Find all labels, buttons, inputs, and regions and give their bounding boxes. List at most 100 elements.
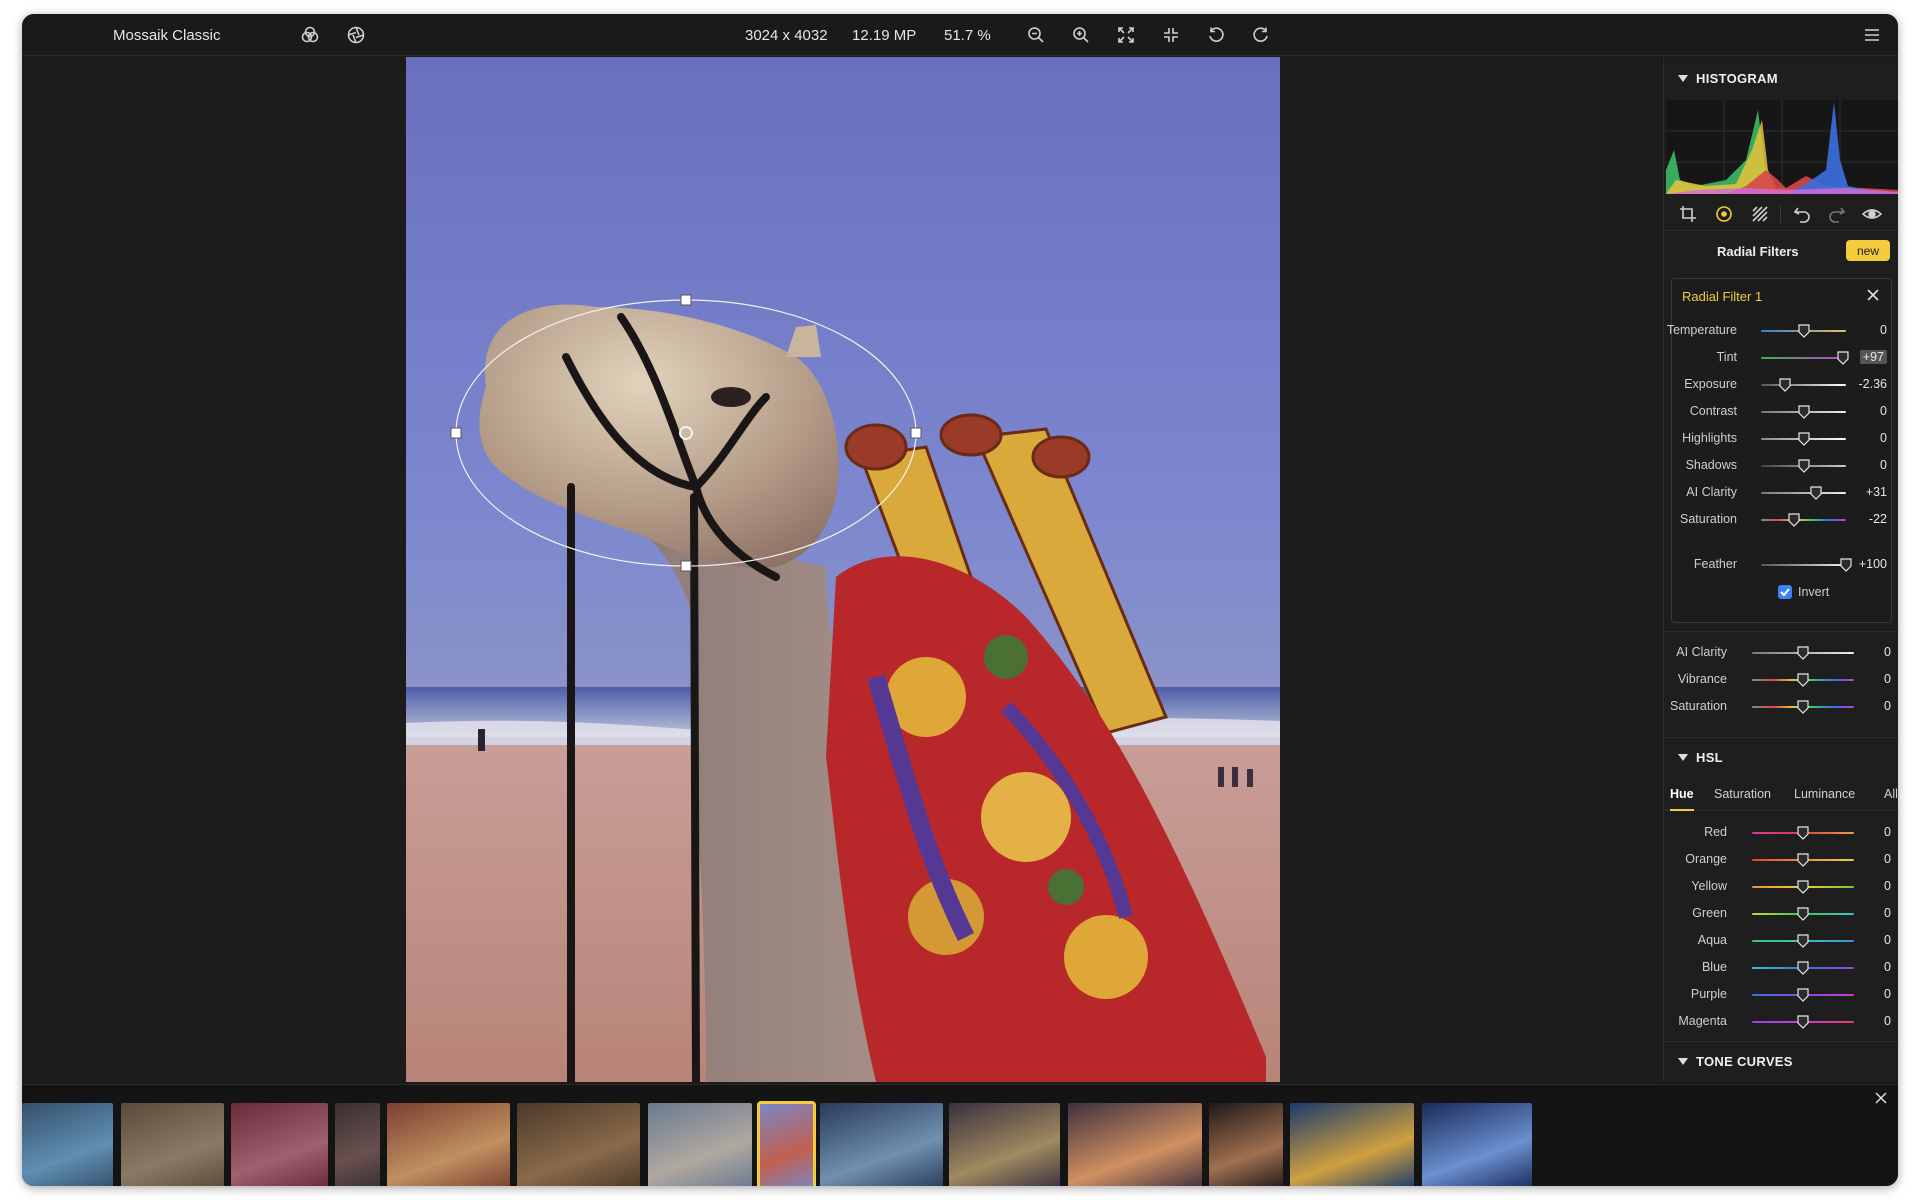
hsl-slider-purple[interactable]: Purple 0 (1664, 984, 1898, 1006)
slider-handle-icon[interactable] (1797, 853, 1809, 867)
filter-slider-ai-clarity[interactable]: AI Clarity +31 (1664, 482, 1898, 504)
slider-track[interactable] (1761, 564, 1846, 566)
filter-slider-shadows[interactable]: Shadows 0 (1664, 455, 1898, 477)
histogram-header[interactable]: HISTOGRAM (1664, 59, 1898, 97)
filmstrip-thumb[interactable] (231, 1103, 328, 1186)
filmstrip-thumb[interactable] (121, 1103, 224, 1186)
slider-handle-icon[interactable] (1797, 324, 1810, 338)
slider-handle-icon[interactable] (1797, 405, 1810, 419)
slider-handle-icon[interactable] (1797, 988, 1809, 1002)
slider-track[interactable] (1761, 384, 1846, 386)
slider-label: Purple (1690, 987, 1727, 1001)
radial-filter-name[interactable]: Radial Filter 1 (1682, 289, 1762, 304)
hsl-slider-magenta[interactable]: Magenta 0 (1664, 1011, 1898, 1033)
filmstrip-thumb[interactable] (1209, 1103, 1283, 1186)
slider-handle-icon[interactable] (1797, 700, 1809, 714)
camel-photo[interactable] (406, 57, 1280, 1082)
tone-curves-header[interactable]: TONE CURVES (1664, 1042, 1898, 1080)
zoom-in-icon[interactable] (1069, 23, 1093, 47)
filter-slider-tint[interactable]: Tint +97 (1664, 347, 1898, 369)
filter-slider-contrast[interactable]: Contrast 0 (1664, 401, 1898, 423)
hsl-slider-red[interactable]: Red 0 (1664, 822, 1898, 844)
slider-value: 0 (1884, 960, 1891, 974)
menu-icon[interactable] (1860, 23, 1884, 47)
slider-label: Saturation (1670, 699, 1727, 713)
aperture-icon[interactable] (344, 23, 368, 47)
slider-handle-icon[interactable] (1797, 1015, 1809, 1029)
hsl-slider-orange[interactable]: Orange 0 (1664, 849, 1898, 871)
filmstrip-thumb[interactable] (949, 1103, 1060, 1186)
hsl-slider-yellow[interactable]: Yellow 0 (1664, 876, 1898, 898)
slider-value: 0 (1884, 852, 1891, 866)
filmstrip-thumb[interactable] (335, 1103, 380, 1186)
slider-track[interactable] (1761, 492, 1846, 494)
filter-slider-saturation[interactable]: Saturation -22 (1664, 509, 1898, 531)
new-filter-button[interactable]: new (1846, 240, 1890, 261)
slider-handle-icon[interactable] (1797, 961, 1809, 975)
slider-value: 0 (1880, 323, 1887, 337)
filmstrip-thumb[interactable] (820, 1103, 943, 1186)
hsl-slider-green[interactable]: Green 0 (1664, 903, 1898, 925)
filmstrip-thumb[interactable] (757, 1101, 816, 1186)
invert-label: Invert (1798, 585, 1830, 599)
filmstrip-thumb[interactable] (1068, 1103, 1202, 1186)
megapixels: 12.19 MP (852, 27, 917, 44)
slider-track[interactable] (1761, 519, 1846, 521)
slider-handle-icon[interactable] (1788, 513, 1800, 527)
slider-handle-icon[interactable] (1779, 378, 1791, 392)
image-canvas[interactable] (22, 57, 1662, 1082)
filmstrip-thumb[interactable] (22, 1103, 113, 1186)
slider-handle-icon[interactable] (1797, 934, 1809, 948)
filmstrip-thumb[interactable] (517, 1103, 640, 1186)
feather-slider[interactable]: Feather +100 (1664, 554, 1898, 576)
hsl-header[interactable]: HSL (1664, 738, 1898, 776)
slider-handle-icon[interactable] (1797, 459, 1810, 473)
slider-handle-icon[interactable] (1840, 558, 1852, 572)
global-slider-saturation[interactable]: Saturation 0 (1664, 696, 1898, 718)
slider-value: 0 (1884, 987, 1891, 1001)
slider-label: Saturation (1680, 512, 1737, 526)
slider-handle-icon[interactable] (1810, 486, 1822, 500)
rotate-right-icon[interactable] (1249, 23, 1273, 47)
rotate-left-icon[interactable] (1204, 23, 1228, 47)
slider-handle-icon[interactable] (1797, 432, 1810, 446)
slider-value: -2.36 (1858, 377, 1888, 391)
close-filter-icon[interactable] (1865, 287, 1881, 303)
tab-hue[interactable]: Hue (1670, 787, 1694, 811)
global-slider-ai-clarity[interactable]: AI Clarity 0 (1664, 642, 1898, 664)
zoom-out-icon[interactable] (1024, 23, 1048, 47)
slider-handle-icon[interactable] (1797, 646, 1809, 660)
undo-icon[interactable] (1792, 204, 1812, 229)
color-channels-icon[interactable] (298, 23, 322, 47)
crop-icon[interactable] (1678, 204, 1698, 229)
radial-filter-icon[interactable] (1714, 204, 1734, 229)
invert-checkbox[interactable] (1778, 585, 1792, 599)
filmstrip-thumb[interactable] (387, 1103, 510, 1186)
close-filmstrip-icon[interactable] (1874, 1091, 1888, 1105)
slider-handle-icon[interactable] (1797, 880, 1809, 894)
tab-all[interactable]: All (1884, 787, 1898, 809)
filmstrip-thumb[interactable] (1290, 1103, 1414, 1186)
expand-icon[interactable] (1114, 23, 1138, 47)
filter-slider-temperature[interactable]: Temperature 0 (1664, 320, 1898, 342)
slider-handle-icon[interactable] (1797, 907, 1809, 921)
slider-track[interactable] (1761, 357, 1846, 359)
slider-handle-icon[interactable] (1797, 673, 1809, 687)
hsl-slider-blue[interactable]: Blue 0 (1664, 957, 1898, 979)
filter-slider-exposure[interactable]: Exposure -2.36 (1664, 374, 1898, 396)
filmstrip-thumb[interactable] (648, 1103, 752, 1186)
hsl-slider-aqua[interactable]: Aqua 0 (1664, 930, 1898, 952)
tab-saturation[interactable]: Saturation (1714, 787, 1771, 809)
eye-icon[interactable] (1861, 204, 1883, 229)
slider-label: Magenta (1678, 1014, 1727, 1028)
redo-icon[interactable] (1827, 204, 1847, 229)
gradient-filter-icon[interactable] (1750, 204, 1770, 229)
shrink-icon[interactable] (1159, 23, 1183, 47)
global-slider-vibrance[interactable]: Vibrance 0 (1664, 669, 1898, 691)
slider-value: +97 (1859, 350, 1887, 364)
slider-handle-icon[interactable] (1837, 351, 1850, 365)
filter-slider-highlights[interactable]: Highlights 0 (1664, 428, 1898, 450)
filmstrip-thumb[interactable] (1422, 1103, 1532, 1186)
slider-handle-icon[interactable] (1797, 826, 1809, 840)
tab-luminance[interactable]: Luminance (1794, 787, 1855, 809)
